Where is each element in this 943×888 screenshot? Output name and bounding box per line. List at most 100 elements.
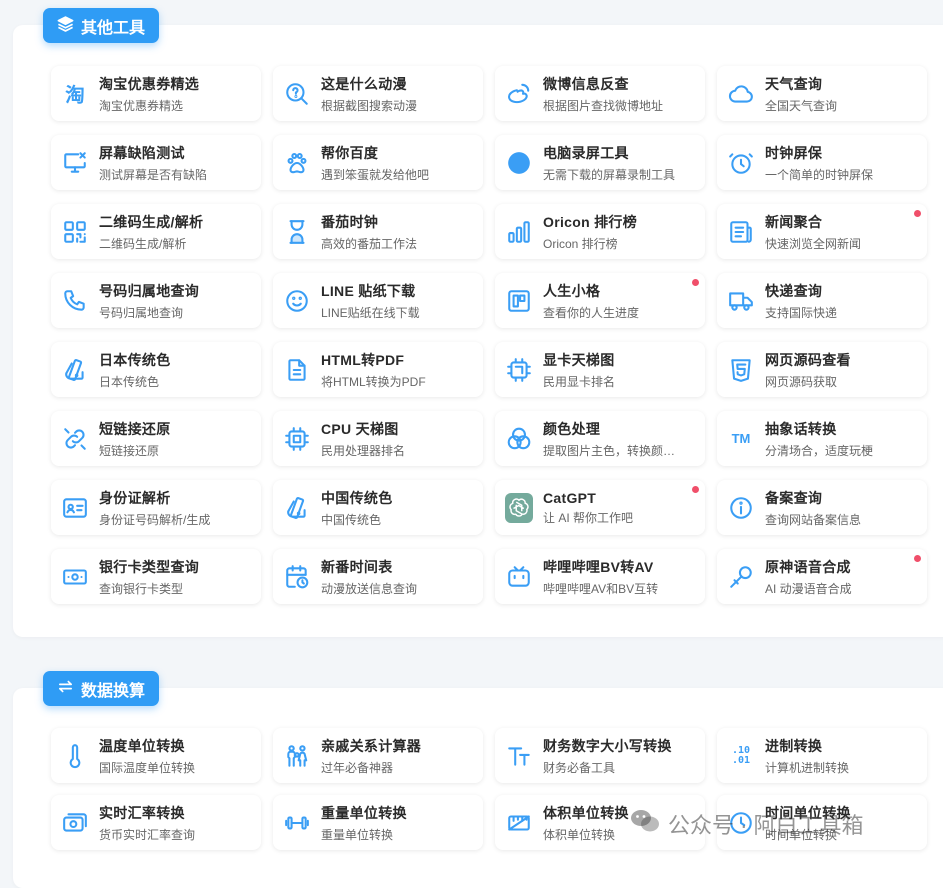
tool-name: 中国传统色 [321, 489, 393, 506]
tool-card[interactable]: LINE 贴纸下载 LINE贴纸在线下载 [273, 273, 483, 328]
new-badge-dot [914, 555, 921, 562]
alarm-clock-icon [727, 149, 755, 177]
tool-name: Oricon 排行榜 [543, 213, 638, 230]
weibo-icon [505, 80, 533, 108]
grid-layout-icon [505, 287, 533, 315]
section-title-badge: 其他工具 [43, 8, 160, 43]
tool-card[interactable]: 实时汇率转换 货币实时汇率查询 [51, 795, 261, 850]
binary-glyph: .10 .01 [731, 744, 751, 766]
tool-name: 网页源码查看 [765, 351, 851, 368]
tool-card[interactable]: 时钟屏保 一个简单的时钟屏保 [717, 135, 927, 190]
color-circles-icon [505, 425, 533, 453]
tool-description: 计算机进制转换 [765, 760, 850, 775]
section-other-tools: 其他工具 淘淘宝优惠券精选 淘宝优惠券精选 这是什么动漫 根据截图搜索动漫 微博信息反查… [13, 8, 943, 637]
tool-description: 查看你的人生进度 [543, 305, 640, 320]
tool-card[interactable]: 天气查询 全国天气查询 [717, 66, 927, 121]
tool-card[interactable]: 帮你百度 遇到笨蛋就发给他吧 [273, 135, 483, 190]
tool-name: 电脑录屏工具 [543, 144, 629, 161]
text-size-icon [505, 742, 533, 770]
tool-description: 无需下载的屏幕录制工具 [543, 167, 676, 182]
tool-description: AI 动漫语音合成 [765, 581, 852, 596]
tool-card[interactable]: 身份证解析 身份证号码解析/生成 [51, 480, 261, 535]
tool-card[interactable]: HTML转PDF 将HTML转换为PDF [273, 342, 483, 397]
tool-card[interactable]: 备案查询 查询网站备案信息 [717, 480, 927, 535]
swap-icon [57, 678, 74, 700]
tool-card[interactable]: TM 抽象话转换 分清场合，适度玩梗 [717, 411, 927, 466]
tool-card[interactable]: 财务数字大小写转换 财务必备工具 [495, 728, 705, 783]
tool-card[interactable]: 人生小格 查看你的人生进度 [495, 273, 705, 328]
tool-card[interactable]: CatGPT 让 AI 帮你工作吧 [495, 480, 705, 535]
tool-description: 哔哩哔哩AV和BV互转 [543, 581, 659, 596]
tool-name: 帮你百度 [321, 144, 379, 161]
tool-card[interactable]: 号码归属地查询 号码归属地查询 [51, 273, 261, 328]
tool-card[interactable]: 二维码生成/解析 二维码生成/解析 [51, 204, 261, 259]
family-icon [283, 742, 311, 770]
tool-card[interactable]: 快递查询 支持国际快递 [717, 273, 927, 328]
tool-description: 时间单位转换 [765, 827, 838, 842]
tool-name: 重量单位转换 [321, 804, 407, 821]
tool-card[interactable]: 电脑录屏工具无需下载的屏幕录制工具 [495, 135, 705, 190]
search-question-icon [283, 80, 311, 108]
tool-description: 高效的番茄工作法 [321, 236, 418, 251]
tool-card[interactable]: 新闻聚合 快速浏览全网新闻 [717, 204, 927, 259]
tool-card[interactable]: 这是什么动漫 根据截图搜索动漫 [273, 66, 483, 121]
tool-name: 备案查询 [765, 489, 823, 506]
tool-card[interactable]: 短链接还原 短链接还原 [51, 411, 261, 466]
trademark-glyph: TM [731, 431, 751, 446]
tool-card[interactable]: 时间单位转换 时间单位转换 [717, 795, 927, 850]
tool-card[interactable]: 显卡天梯图 民用显卡排名 [495, 342, 705, 397]
file-text-icon [283, 356, 311, 384]
tool-name: 天气查询 [765, 75, 823, 92]
tool-description: 民用处理器排名 [321, 443, 406, 458]
tool-card[interactable]: 温度单位转换 国际温度单位转换 [51, 728, 261, 783]
tool-description: 让 AI 帮你工作吧 [543, 510, 634, 525]
tool-description: 测试屏幕是否有缺陷 [99, 167, 208, 182]
tool-card[interactable]: 屏幕缺陷测试测试屏幕是否有缺陷 [51, 135, 261, 190]
tool-card[interactable]: 原神语音合成 AI 动漫语音合成 [717, 549, 927, 604]
tool-name: 抽象话转换 [765, 420, 837, 437]
tool-card[interactable]: 番茄时钟高效的番茄工作法 [273, 204, 483, 259]
monitor-x-icon [61, 149, 89, 177]
tool-card[interactable]: 中国传统色 中国传统色 [273, 480, 483, 535]
tool-card[interactable]: CPU 天梯图 民用处理器排名 [273, 411, 483, 466]
new-badge-dot [692, 279, 699, 286]
section-data-conversion: 数据换算 温度单位转换 国际温度单位转换 亲戚关系计算器 过年必备神器 财务数字大小写转… [13, 671, 943, 888]
tool-name: 哔哩哔哩BV转AV [543, 558, 654, 575]
tool-name: 财务数字大小写转换 [543, 737, 672, 754]
tool-description: 网页源码获取 [765, 374, 838, 389]
tool-card[interactable]: 银行卡类型查询 查询银行卡类型 [51, 549, 261, 604]
tool-name: 身份证解析 [99, 489, 171, 506]
tool-description: 中国传统色 [321, 512, 382, 527]
tool-card[interactable]: 亲戚关系计算器 过年必备神器 [273, 728, 483, 783]
tool-name: 番茄时钟 [321, 213, 379, 230]
tool-grid: 温度单位转换 国际温度单位转换 亲戚关系计算器 过年必备神器 财务数字大小写转换 财务必备… [51, 728, 927, 850]
tool-name: 日本传统色 [99, 351, 171, 368]
info-icon [727, 494, 755, 522]
taobao-icon: 淘 [61, 80, 89, 108]
tool-card[interactable]: 重量单位转换 重量单位转换 [273, 795, 483, 850]
tool-name: HTML转PDF [321, 351, 405, 368]
tool-description: 根据截图搜索动漫 [321, 98, 418, 113]
tool-card[interactable]: 微博信息反查 根据图片查找微博地址 [495, 66, 705, 121]
tool-name: CatGPT [543, 489, 597, 506]
tool-card[interactable]: 体积单位转换 体积单位转换 [495, 795, 705, 850]
tool-card[interactable]: 网页源码查看 网页源码获取 [717, 342, 927, 397]
tool-card[interactable]: .10 .01 进制转换 计算机进制转换 [717, 728, 927, 783]
tool-card[interactable]: 颜色处理 提取图片主色，转换颜… [495, 411, 705, 466]
newspaper-icon [727, 218, 755, 246]
tool-card[interactable]: 淘淘宝优惠券精选 淘宝优惠券精选 [51, 66, 261, 121]
paw-icon [283, 149, 311, 177]
tool-name: 屏幕缺陷测试 [99, 144, 185, 161]
tool-description: 快速浏览全网新闻 [765, 236, 862, 251]
tool-card[interactable]: 哔哩哔哩BV转AV 哔哩哔哩AV和BV互转 [495, 549, 705, 604]
tool-description: 体积单位转换 [543, 827, 616, 842]
tool-card[interactable]: 新番时间表 动漫放送信息查询 [273, 549, 483, 604]
tool-description: 动漫放送信息查询 [321, 581, 418, 596]
record-dot-icon [505, 149, 533, 177]
tool-description: 财务必备工具 [543, 760, 616, 775]
tool-card[interactable]: Oricon 排行榜 Oricon 排行榜 [495, 204, 705, 259]
tool-description: 过年必备神器 [321, 760, 394, 775]
tool-name: 实时汇率转换 [99, 804, 185, 821]
tool-card[interactable]: 日本传统色 日本传统色 [51, 342, 261, 397]
calendar-clock-icon [283, 563, 311, 591]
